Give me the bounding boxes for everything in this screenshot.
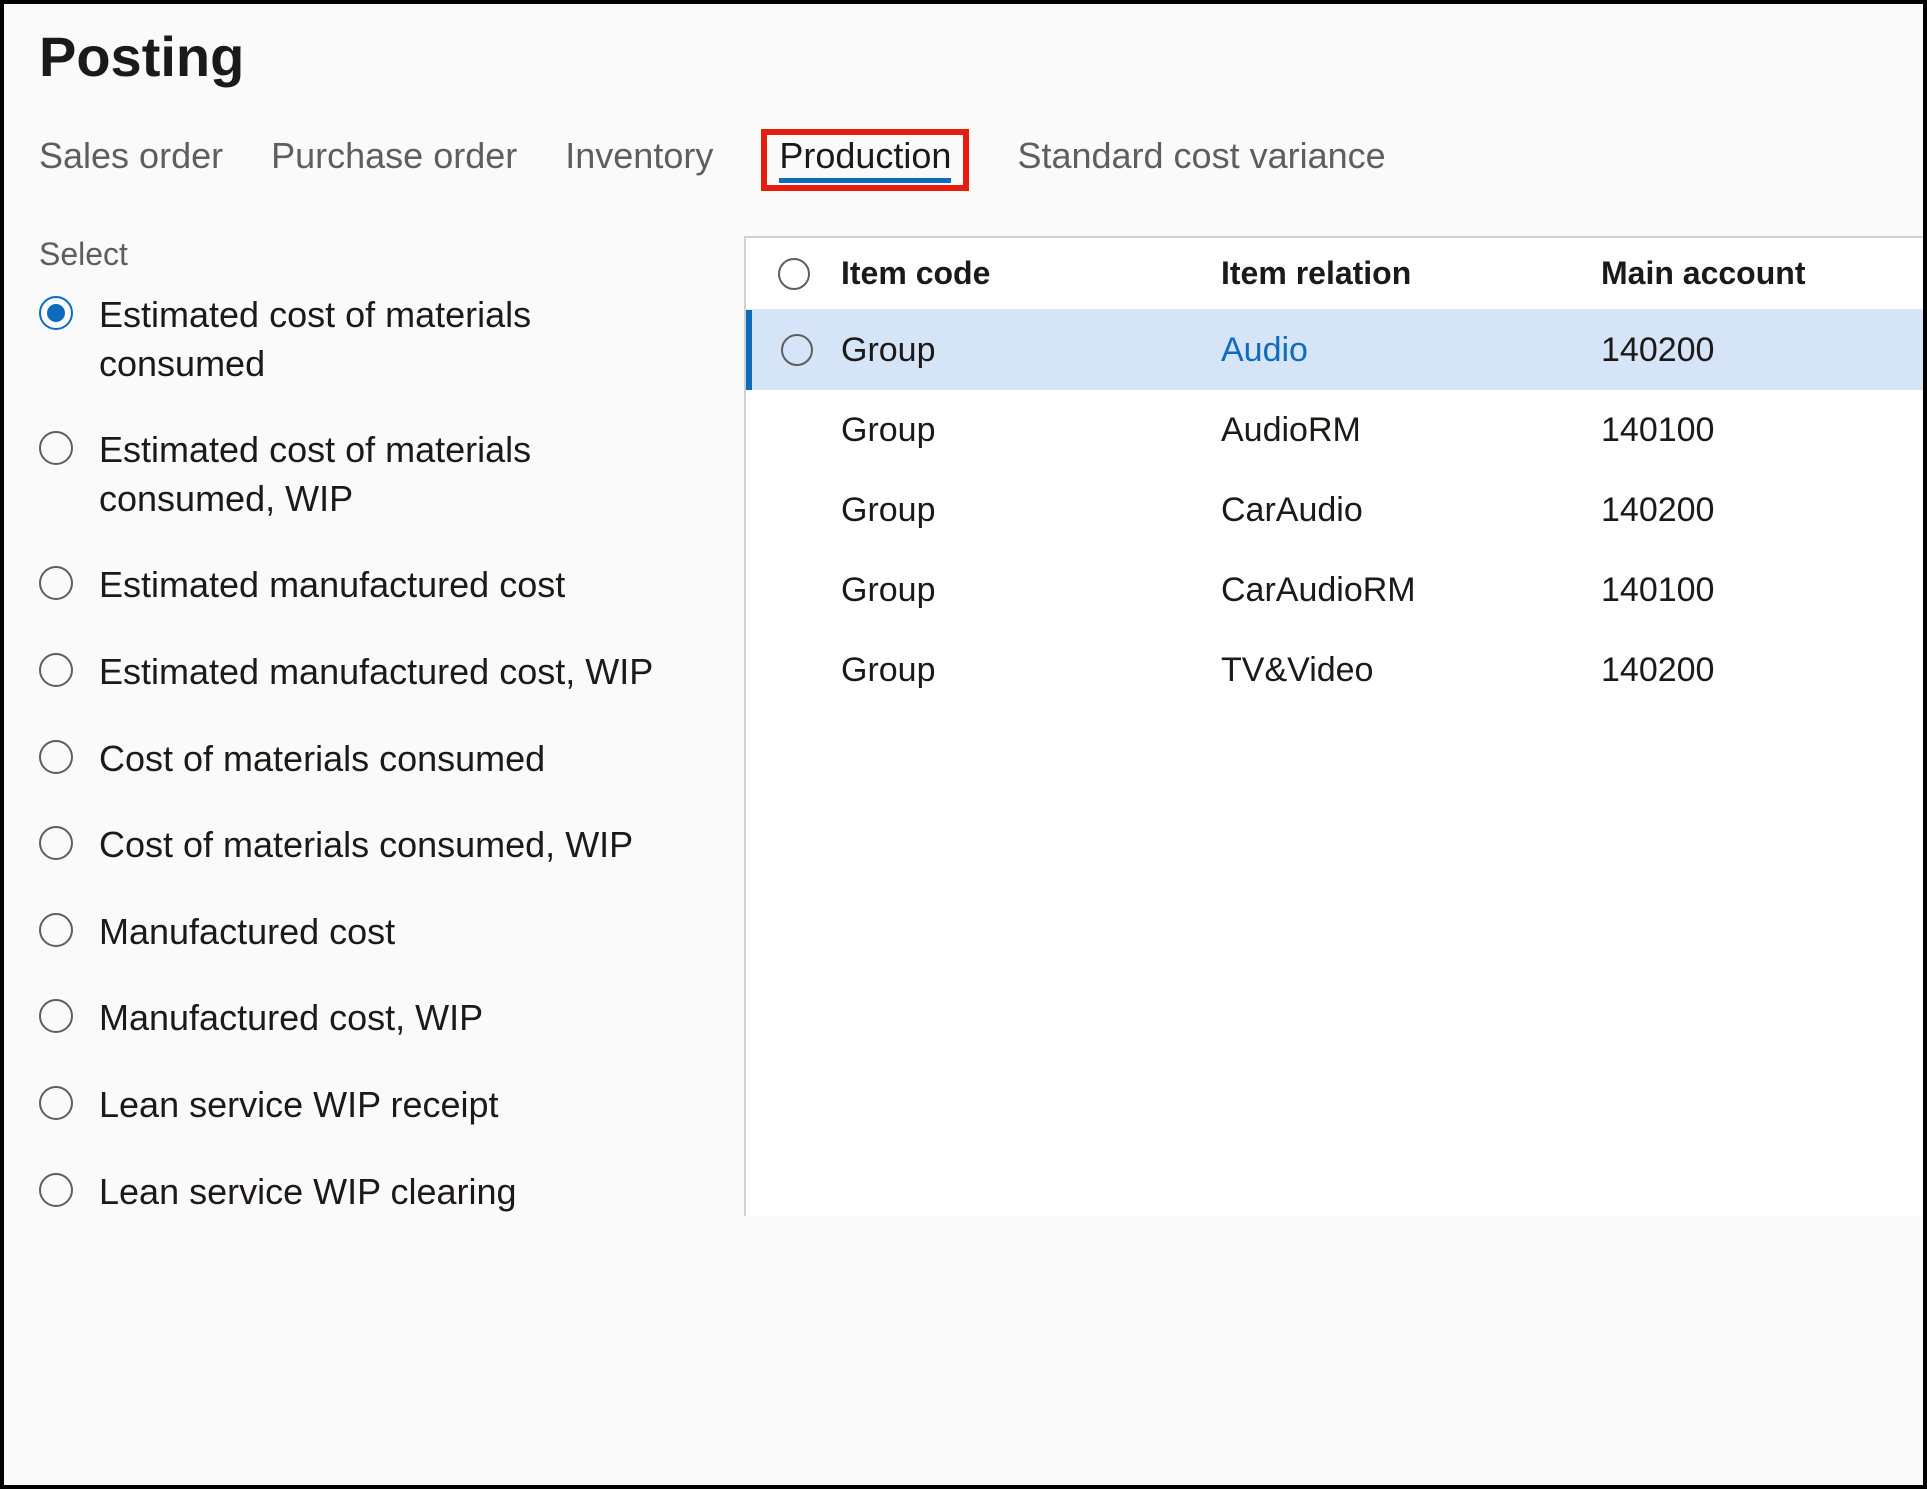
select-label: Select bbox=[39, 236, 714, 273]
select-all-checkbox[interactable] bbox=[746, 258, 841, 290]
circle-icon bbox=[781, 334, 813, 366]
radio-icon bbox=[39, 296, 73, 330]
grid-row[interactable]: Group CarAudioRM 140100 bbox=[746, 550, 1923, 630]
cell-main-account: 140100 bbox=[1601, 571, 1714, 609]
tab-sales-order[interactable]: Sales order bbox=[39, 135, 223, 185]
radio-list: Estimated cost of materials consumed Est… bbox=[34, 291, 714, 1216]
radio-label: Estimated cost of materials consumed, WI… bbox=[99, 426, 659, 523]
cell-main-account: 140100 bbox=[1601, 411, 1714, 449]
cell-item-relation: AudioRM bbox=[1221, 411, 1361, 449]
radio-estimated-cost-materials-consumed-wip[interactable]: Estimated cost of materials consumed, WI… bbox=[34, 426, 714, 523]
page-title: Posting bbox=[39, 24, 1923, 89]
grid-row[interactable]: Group AudioRM 140100 bbox=[746, 390, 1923, 470]
cell-item-relation: CarAudio bbox=[1221, 491, 1363, 529]
radio-icon bbox=[39, 826, 73, 860]
column-header-item-relation[interactable]: Item relation bbox=[1221, 255, 1601, 292]
row-checkbox[interactable] bbox=[752, 334, 841, 366]
radio-icon bbox=[39, 653, 73, 687]
radio-label: Manufactured cost bbox=[99, 908, 395, 957]
cell-item-code: Group bbox=[841, 651, 936, 689]
radio-label: Cost of materials consumed, WIP bbox=[99, 821, 633, 870]
circle-icon bbox=[778, 258, 810, 290]
radio-estimated-manufactured-cost-wip[interactable]: Estimated manufactured cost, WIP bbox=[34, 648, 714, 697]
tab-standard-cost-variance[interactable]: Standard cost variance bbox=[1017, 135, 1385, 185]
cell-item-code: Group bbox=[841, 411, 936, 449]
radio-label: Lean service WIP clearing bbox=[99, 1168, 517, 1217]
cell-item-code: Group bbox=[841, 571, 936, 609]
radio-lean-service-wip-receipt[interactable]: Lean service WIP receipt bbox=[34, 1081, 714, 1130]
grid-panel: Item code Item relation Main account Gro… bbox=[744, 236, 1923, 1216]
radio-icon bbox=[39, 740, 73, 774]
grid-header: Item code Item relation Main account bbox=[746, 238, 1923, 310]
cell-item-relation: TV&Video bbox=[1221, 651, 1373, 689]
cell-main-account: 140200 bbox=[1601, 651, 1714, 689]
grid-row[interactable]: Group Audio 140200 bbox=[746, 310, 1923, 390]
cell-item-code: Group bbox=[841, 331, 936, 369]
tab-purchase-order[interactable]: Purchase order bbox=[271, 135, 517, 185]
tab-inventory[interactable]: Inventory bbox=[565, 135, 713, 185]
column-header-main-account[interactable]: Main account bbox=[1601, 255, 1923, 292]
radio-icon bbox=[39, 566, 73, 600]
cell-item-relation: Audio bbox=[1221, 331, 1308, 369]
radio-label: Estimated manufactured cost bbox=[99, 561, 565, 610]
grid-row[interactable]: Group TV&Video 140200 bbox=[746, 630, 1923, 710]
radio-estimated-manufactured-cost[interactable]: Estimated manufactured cost bbox=[34, 561, 714, 610]
radio-label: Lean service WIP receipt bbox=[99, 1081, 499, 1130]
radio-manufactured-cost-wip[interactable]: Manufactured cost, WIP bbox=[34, 994, 714, 1043]
radio-estimated-cost-materials-consumed[interactable]: Estimated cost of materials consumed bbox=[34, 291, 714, 388]
column-header-item-code[interactable]: Item code bbox=[841, 255, 1221, 292]
radio-icon bbox=[39, 913, 73, 947]
select-panel: Select Estimated cost of materials consu… bbox=[34, 236, 714, 1216]
cell-item-code: Group bbox=[841, 491, 936, 529]
radio-icon bbox=[39, 1086, 73, 1120]
cell-main-account: 140200 bbox=[1601, 331, 1714, 369]
radio-cost-materials-consumed[interactable]: Cost of materials consumed bbox=[34, 735, 714, 784]
radio-manufactured-cost[interactable]: Manufactured cost bbox=[34, 908, 714, 957]
cell-main-account: 140200 bbox=[1601, 491, 1714, 529]
radio-label: Estimated cost of materials consumed bbox=[99, 291, 659, 388]
cell-item-relation: CarAudioRM bbox=[1221, 571, 1416, 609]
radio-cost-materials-consumed-wip[interactable]: Cost of materials consumed, WIP bbox=[34, 821, 714, 870]
radio-icon bbox=[39, 431, 73, 465]
radio-icon bbox=[39, 999, 73, 1033]
radio-lean-service-wip-clearing[interactable]: Lean service WIP clearing bbox=[34, 1168, 714, 1217]
radio-label: Cost of materials consumed bbox=[99, 735, 545, 784]
tabs: Sales order Purchase order Inventory Pro… bbox=[39, 129, 1923, 191]
grid-row[interactable]: Group CarAudio 140200 bbox=[746, 470, 1923, 550]
radio-icon bbox=[39, 1173, 73, 1207]
tab-production[interactable]: Production bbox=[761, 129, 969, 191]
radio-label: Estimated manufactured cost, WIP bbox=[99, 648, 653, 697]
radio-label: Manufactured cost, WIP bbox=[99, 994, 483, 1043]
